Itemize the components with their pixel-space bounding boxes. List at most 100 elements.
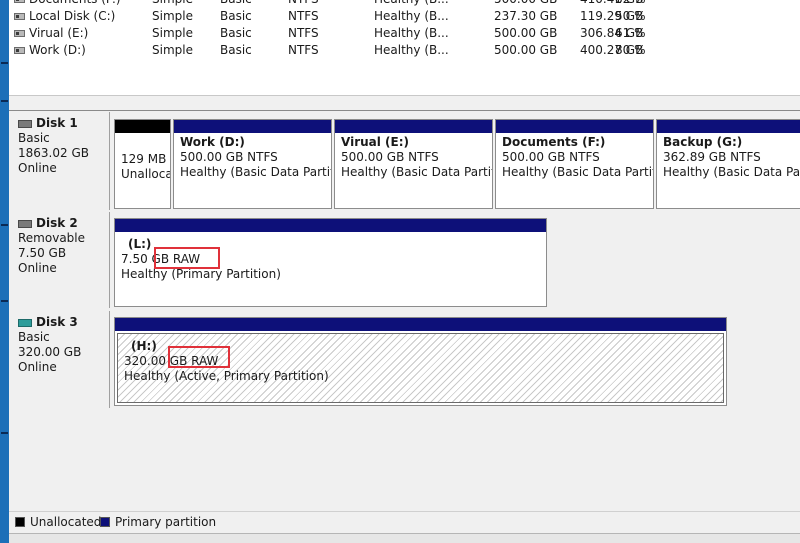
volume-name: Local Disk (C:) xyxy=(29,9,116,23)
disk-2-label[interactable]: Disk 2 Removable 7.50 GB Online xyxy=(10,212,110,308)
bottom-bar xyxy=(9,533,800,543)
partition-bar xyxy=(115,219,546,232)
disk-3-label[interactable]: Disk 3 Basic 320.00 GB Online xyxy=(10,311,110,408)
partition-bar xyxy=(496,120,653,133)
partition-work-d[interactable]: Work (D:) 500.00 GB NTFS Healthy (Basic … xyxy=(173,119,332,209)
partition-name: Virual (E:) xyxy=(341,135,410,149)
partition-status: Healthy (Basic Data Partition) xyxy=(502,165,653,179)
partition-size: 129 MB xyxy=(121,152,167,166)
volume-layout: Simple xyxy=(152,0,193,8)
volume-percent: 82 % xyxy=(615,0,646,8)
volume-row[interactable]: Work (D:) Simple Basic NTFS Healthy (B..… xyxy=(9,42,800,59)
disk-size: 320.00 GB xyxy=(18,345,82,359)
disk-state: Online xyxy=(18,360,57,374)
partition-bar xyxy=(657,120,800,133)
edge-mark xyxy=(1,224,8,226)
disk-type: Basic xyxy=(18,330,50,344)
partition-status: Healthy (Basic Data Partition) xyxy=(180,165,331,179)
edge-mark xyxy=(1,62,8,64)
partition-bar xyxy=(115,120,170,133)
volume-capacity: 500.00 GB xyxy=(494,0,557,8)
partition-status: Healthy (Active, Primary Partition) xyxy=(124,369,329,383)
volume-row[interactable]: Local Disk (C:) Simple Basic NTFS Health… xyxy=(9,8,800,25)
volume-name: Documents (F:) xyxy=(29,0,121,8)
volume-fs: NTFS xyxy=(288,26,319,40)
drive-icon xyxy=(14,0,25,3)
volume-name: Virual (E:) xyxy=(29,26,89,40)
partition-name: Documents (F:) xyxy=(502,135,606,149)
disk-icon xyxy=(18,318,32,327)
partition-detail: 362.89 GB NTFS xyxy=(663,150,761,164)
partition-status: Healthy (Basic Data Partition) xyxy=(341,165,492,179)
edge-mark xyxy=(1,300,8,302)
partition-backup-g[interactable]: Backup (G:) 362.89 GB NTFS Healthy (Basi… xyxy=(656,119,800,209)
volume-fs: NTFS xyxy=(288,0,319,8)
partition-name: Backup (G:) xyxy=(663,135,743,149)
desktop-edge xyxy=(0,0,9,543)
disk-state: Online xyxy=(18,161,57,175)
volume-capacity: 500.00 GB xyxy=(494,26,558,40)
disk-title: Disk 1 xyxy=(36,116,78,130)
drive-icon xyxy=(14,47,25,54)
disk-icon xyxy=(18,119,32,128)
legend-label: Unallocated xyxy=(30,515,102,529)
drive-icon xyxy=(14,13,25,20)
swatch-black xyxy=(15,517,25,527)
disk-type: Removable xyxy=(18,231,86,245)
volume-capacity: 500.00 GB xyxy=(494,43,558,57)
volume-layout: Simple xyxy=(152,43,193,57)
volume-type: Basic xyxy=(220,0,252,8)
volume-percent: 50 % xyxy=(615,9,646,23)
partition-name: Work (D:) xyxy=(180,135,245,149)
disk-size: 7.50 GB xyxy=(18,246,67,260)
volume-type: Basic xyxy=(220,43,252,57)
partition-status: Healthy (Primary Partition) xyxy=(121,267,281,281)
volume-status: Healthy (B... xyxy=(374,26,449,40)
legend-label: Primary partition xyxy=(115,515,217,529)
disk-icon xyxy=(18,219,32,228)
volume-fs: NTFS xyxy=(288,9,319,23)
legend-unallocated: Unallocated xyxy=(15,514,101,530)
disk-title: Disk 2 xyxy=(36,216,78,230)
partition-bar xyxy=(335,120,492,133)
disk-type: Basic xyxy=(18,131,50,145)
pane-splitter[interactable] xyxy=(9,95,800,111)
legend-primary: Primary partition xyxy=(100,514,216,530)
volume-list: Documents (F:) Simple Basic NTFS Healthy… xyxy=(9,0,800,95)
volume-capacity: 237.30 GB xyxy=(494,9,558,23)
partition-bar xyxy=(115,318,726,331)
disk-1-label[interactable]: Disk 1 Basic 1863.02 GB Online xyxy=(10,112,110,210)
partition-status: Healthy (Basic Data Partition) xyxy=(663,165,800,179)
partition-detail: 500.00 GB NTFS xyxy=(180,150,278,164)
volume-row[interactable]: Documents (F:) Simple Basic NTFS Healthy… xyxy=(9,0,800,8)
disk-state: Online xyxy=(18,261,57,275)
partition-detail: 500.00 GB NTFS xyxy=(502,150,600,164)
volume-type: Basic xyxy=(220,26,252,40)
legend-bar: Unallocated Primary partition xyxy=(9,511,800,533)
drive-icon xyxy=(14,30,25,37)
disk-size: 1863.02 GB xyxy=(18,146,89,160)
volume-type: Basic xyxy=(220,9,252,23)
edge-mark xyxy=(1,100,8,102)
volume-layout: Simple xyxy=(152,9,193,23)
volume-name: Work (D:) xyxy=(29,43,86,57)
partition-bar xyxy=(174,120,331,133)
edge-mark xyxy=(1,432,8,434)
volume-percent: 61 % xyxy=(615,26,646,40)
volume-layout: Simple xyxy=(152,26,193,40)
volume-status: Healthy (B... xyxy=(374,0,449,8)
volume-row[interactable]: Virual (E:) Simple Basic NTFS Healthy (B… xyxy=(9,25,800,42)
swatch-navy xyxy=(100,517,110,527)
volume-status: Healthy (B... xyxy=(374,9,449,23)
partition-detail: 500.00 GB NTFS xyxy=(341,150,439,164)
volume-percent: 80 % xyxy=(615,43,646,57)
disk-title: Disk 3 xyxy=(36,315,78,329)
volume-status: Healthy (B... xyxy=(374,43,449,57)
partition-virual-e[interactable]: Virual (E:) 500.00 GB NTFS Healthy (Basi… xyxy=(334,119,493,209)
volume-fs: NTFS xyxy=(288,43,319,57)
disk-graphical-view: Disk 1 Basic 1863.02 GB Online 129 MB Un… xyxy=(9,111,800,511)
partition-status: Unallocated xyxy=(121,167,171,181)
partition-unallocated[interactable]: 129 MB Unallocated xyxy=(114,119,171,209)
partition-documents-f[interactable]: Documents (F:) 500.00 GB NTFS Healthy (B… xyxy=(495,119,654,209)
raw-highlight-box xyxy=(154,247,220,269)
